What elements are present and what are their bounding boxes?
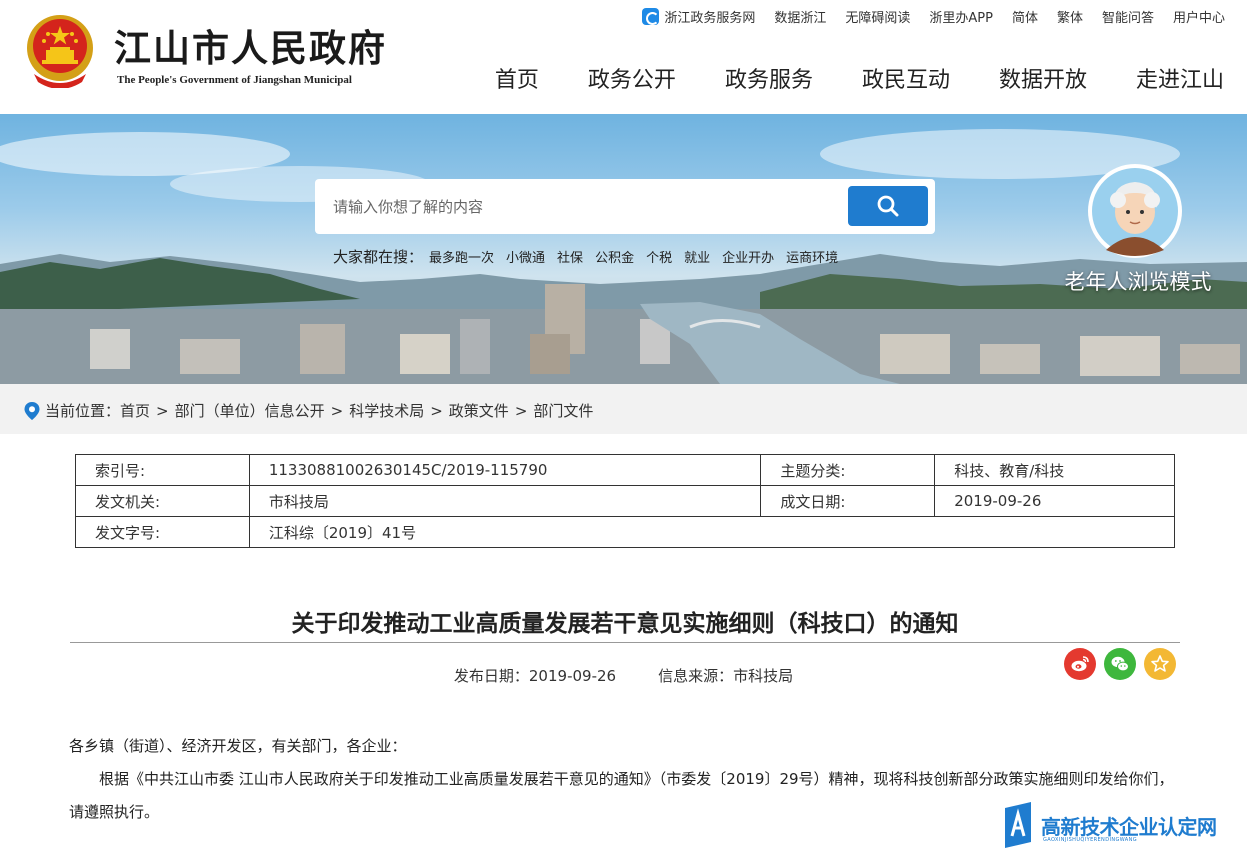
share-wechat-button[interactable] — [1104, 648, 1136, 680]
publish-date: 发布日期：2019-09-26 — [453, 667, 617, 685]
hot-search: 大家都在搜： 最多跑一次 小微通 社保 公积金 个税 就业 企业开办 运商环境 — [333, 246, 850, 267]
breadcrumb-policy-docs[interactable]: 政策文件 — [449, 400, 509, 421]
watermark-subtext: GAOXINJISHUQIYERENDINGWANG — [1043, 837, 1138, 843]
article-meta: 发布日期：2019-09-26 信息来源：市科技局 — [0, 665, 1247, 686]
site-header: 江山市人民政府 The People's Government of Jiang… — [0, 0, 1247, 114]
meta-key: 成文日期: — [760, 485, 936, 517]
title-divider — [70, 642, 1180, 643]
share-weibo-button[interactable] — [1064, 648, 1096, 680]
watermark-text: 高新技术企业认定网 — [1041, 815, 1217, 839]
meta-value: 11330881002630145C/2019-115790 — [248, 454, 762, 486]
meta-value: 江科综〔2019〕41号 — [248, 516, 1176, 548]
breadcrumb-bar: 当前位置： 首页 > 部门（单位）信息公开 > 科学技术局 > 政策文件 > 部… — [0, 384, 1247, 434]
table-row: 发文字号: 江科综〔2019〕41号 — [75, 516, 1176, 548]
elderly-avatar-icon — [1088, 164, 1182, 258]
site-title[interactable]: 江山市人民政府 — [114, 18, 387, 72]
top-link-traditional[interactable]: 繁体 — [1057, 7, 1083, 26]
top-link-zjzwfw[interactable]: 浙江政务服务网 — [642, 7, 755, 26]
hot-search-item[interactable]: 公积金 — [595, 247, 634, 266]
star-icon — [1151, 655, 1169, 672]
nav-interaction[interactable]: 政民互动 — [862, 62, 950, 94]
site-subtitle: The People's Government of Jiangshan Mun… — [117, 74, 352, 86]
breadcrumb-separator: > — [156, 401, 169, 420]
article-title: 关于印发推动工业高质量发展若干意见实施细则（科技口）的通知 — [291, 611, 959, 637]
nav-about-jiangshan[interactable]: 走进江山 — [1136, 62, 1224, 94]
breadcrumb-separator: > — [330, 401, 344, 420]
meta-value: 市科技局 — [248, 485, 762, 517]
nav-home[interactable]: 首页 — [495, 62, 539, 94]
meta-key: 发文字号: — [75, 516, 250, 548]
top-link-simplified[interactable]: 简体 — [1012, 7, 1038, 26]
hot-search-item[interactable]: 运商环境 — [786, 247, 838, 266]
breadcrumb-sci-tech-bureau[interactable]: 科学技术局 — [349, 400, 424, 421]
breadcrumb-label: 当前位置： — [45, 402, 121, 420]
breadcrumb-dept-info[interactable]: 部门（单位）信息公开 — [175, 400, 325, 421]
breadcrumb-dept-docs[interactable]: 部门文件 — [533, 400, 593, 421]
top-link-app[interactable]: 浙里办APP — [929, 7, 993, 26]
info-source: 信息来源：市科技局 — [658, 667, 794, 685]
breadcrumb-separator: > — [430, 401, 443, 420]
breadcrumb-home[interactable]: 首页 — [120, 400, 150, 421]
breadcrumb: 当前位置： 首页 > 部门（单位）信息公开 > 科学技术局 > 政策文件 > 部… — [24, 400, 593, 421]
hot-search-item[interactable]: 最多跑一次 — [429, 247, 494, 266]
watermark: 高新技术企业认定网 GAOXINJISHUQIYERENDINGWANG — [1001, 800, 1247, 848]
nav-gov-affairs-open[interactable]: 政务公开 — [588, 62, 676, 94]
hot-search-item[interactable]: 个税 — [646, 247, 672, 266]
national-emblem-icon — [27, 15, 93, 88]
top-link-data-zhejiang[interactable]: 数据浙江 — [774, 7, 826, 26]
main-nav: 首页 政务公开 政务服务 政民互动 数据开放 走进江山 — [495, 62, 1224, 94]
search-box — [315, 179, 935, 234]
meta-value: 科技、教育/科技 — [934, 454, 1175, 486]
hero-banner: 大家都在搜： 最多跑一次 小微通 社保 公积金 个税 就业 企业开办 运商环境 … — [0, 114, 1247, 384]
document-meta-table: 索引号: 11330881002630145C/2019-115790 主题分类… — [75, 454, 1176, 548]
zhejiang-service-icon — [642, 8, 660, 25]
top-links: 浙江政务服务网 数据浙江 无障碍阅读 浙里办APP 简体 繁体 智能问答 用户中… — [642, 7, 1225, 26]
table-row: 发文机关: 市科技局 成文日期: 2019-09-26 — [75, 485, 1175, 517]
hot-search-item[interactable]: 社保 — [557, 247, 583, 266]
meta-key: 索引号: — [75, 454, 250, 486]
meta-key: 发文机关: — [75, 485, 250, 517]
location-pin-icon — [24, 401, 40, 420]
hot-search-item[interactable]: 就业 — [684, 247, 710, 266]
search-icon — [877, 195, 899, 217]
top-link-smart-qa[interactable]: 智能问答 — [1102, 7, 1154, 26]
search-input[interactable] — [333, 192, 833, 222]
article-paragraph: 各乡镇（街道）、经济开发区，有关部门，各企业： — [69, 737, 407, 755]
hot-search-item[interactable]: 企业开办 — [722, 247, 774, 266]
hot-search-item[interactable]: 小微通 — [506, 247, 545, 266]
favorite-button[interactable] — [1144, 648, 1176, 680]
watermark-logo-icon — [1005, 802, 1031, 848]
top-link-accessibility[interactable]: 无障碍阅读 — [845, 7, 910, 26]
top-link-user-center[interactable]: 用户中心 — [1173, 7, 1225, 26]
search-button[interactable] — [848, 186, 928, 226]
nav-gov-services[interactable]: 政务服务 — [725, 62, 813, 94]
top-link-label: 浙江政务服务网 — [664, 11, 756, 26]
table-row: 索引号: 11330881002630145C/2019-115790 主题分类… — [75, 454, 1175, 486]
meta-key: 主题分类: — [760, 454, 936, 486]
weibo-icon — [1071, 656, 1089, 672]
elder-mode-label: 老年人浏览模式 — [1064, 270, 1212, 294]
wechat-icon — [1111, 656, 1129, 672]
nav-open-data[interactable]: 数据开放 — [999, 62, 1087, 94]
meta-value: 2019-09-26 — [934, 485, 1175, 517]
breadcrumb-separator: > — [514, 401, 528, 420]
hot-search-label: 大家都在搜： — [333, 248, 424, 266]
elder-mode-button[interactable]: 老年人浏览模式 — [1058, 162, 1228, 302]
